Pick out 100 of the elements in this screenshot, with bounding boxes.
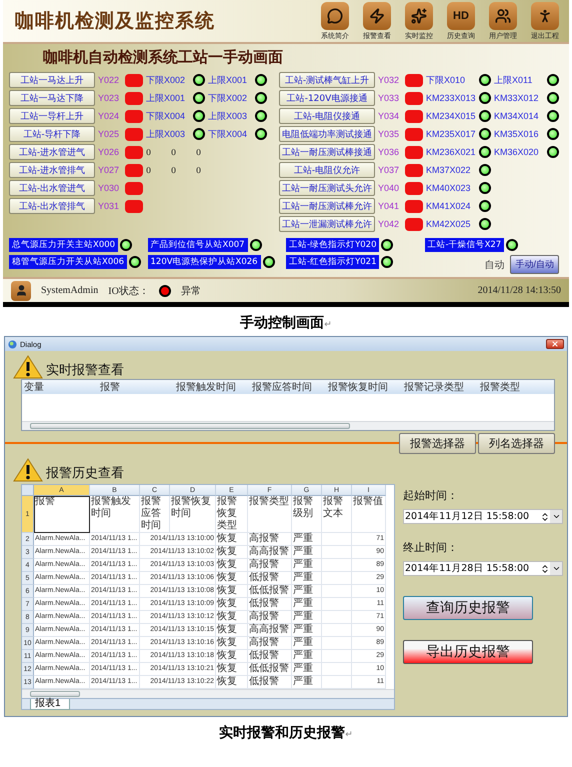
action-button[interactable]: 导出历史报警 bbox=[403, 640, 533, 664]
table-cell: 恢复 bbox=[216, 559, 248, 572]
control-button[interactable]: 工站-进水管进气 bbox=[9, 144, 95, 160]
control-button[interactable]: 工站-出水管进气 bbox=[9, 180, 95, 196]
dropdown-button[interactable] bbox=[550, 562, 562, 575]
signal-label: 工站-红色指示灯Y021 bbox=[286, 255, 380, 269]
selector-button[interactable]: 列名选择器 bbox=[478, 433, 555, 454]
table-cell: 严重 bbox=[292, 546, 322, 559]
signal-label: 产品到位信号从站X007 bbox=[148, 238, 248, 252]
control-button[interactable]: 工站-测试棒气缸上升 bbox=[279, 72, 375, 88]
table-cell: 恢复 bbox=[216, 637, 248, 650]
spinner-icon[interactable] bbox=[540, 512, 550, 522]
app-title: 咖啡机检测及监控系统 bbox=[15, 9, 215, 34]
spinner-icon[interactable] bbox=[540, 564, 550, 574]
input-label: 上限X003 bbox=[208, 110, 248, 122]
date-time-field[interactable]: 2014年11月12日 15:58:00 bbox=[403, 509, 563, 524]
input-label: 下限X002 bbox=[208, 92, 248, 104]
counter-value: 0 bbox=[196, 148, 202, 156]
counter-value: 0 bbox=[171, 166, 178, 174]
empty-cell bbox=[322, 624, 352, 637]
input-label: KM234X015 bbox=[426, 111, 476, 121]
counter-value: 0 bbox=[196, 166, 202, 174]
table-cell: 高报警 bbox=[248, 559, 292, 572]
table-cell: 严重 bbox=[292, 533, 322, 546]
user-name: SystemAdmin bbox=[41, 285, 98, 296]
output-code: Y026 bbox=[98, 147, 120, 157]
table-cell: 恢复 bbox=[216, 572, 248, 585]
input-label: 上限X001 bbox=[208, 74, 248, 86]
caption: 实时报警和历史报警 bbox=[219, 725, 346, 741]
date-time-field[interactable]: 2014年11月28日 15:58:00 bbox=[403, 561, 563, 576]
table-cell: 严重 bbox=[292, 598, 322, 611]
table-cell: 严重 bbox=[292, 663, 322, 676]
control-button[interactable]: 工站一耐压测试头允许 bbox=[279, 180, 375, 196]
date-time: 2014/11/28 14:13:50 bbox=[478, 285, 561, 296]
signal-label: 工站-干燥信号X27 bbox=[424, 238, 504, 252]
table-cell: 严重 bbox=[292, 572, 322, 585]
panel-heading: 咖啡机自动检测系统工站一手动画面 bbox=[42, 48, 284, 67]
control-button[interactable]: 工站-120V电源接通 bbox=[279, 90, 375, 106]
field-label: 终止时间： bbox=[403, 540, 459, 555]
control-button[interactable]: 工站-电阻仪接通 bbox=[279, 108, 375, 124]
table-cell: 低报警 bbox=[248, 650, 292, 663]
control-button[interactable]: 工站-出水管排气 bbox=[9, 198, 95, 214]
app-icon bbox=[8, 340, 17, 348]
table-cell: 高高报警 bbox=[248, 624, 292, 637]
input-label: KM233X013 bbox=[426, 93, 476, 103]
input-label: 下限X010 bbox=[426, 74, 466, 86]
control-button[interactable]: 工站一耐压测试棒接通 bbox=[279, 144, 375, 160]
scrollbar[interactable] bbox=[22, 689, 394, 698]
output-code: Y023 bbox=[98, 93, 120, 103]
control-button[interactable]: 工站一马达上升 bbox=[9, 72, 95, 88]
mode-label: 自动 bbox=[484, 258, 504, 272]
input-label: KM33X012 bbox=[494, 93, 540, 103]
section-title: 报警历史查看 bbox=[46, 465, 124, 482]
column-header: 变量 bbox=[23, 380, 45, 394]
control-button[interactable]: 工站-进水管排气 bbox=[9, 162, 95, 178]
input-label: KM40X023 bbox=[426, 183, 472, 193]
input-label: KM235X017 bbox=[426, 129, 476, 139]
io-status-text: 异常 bbox=[180, 284, 201, 298]
output-code: Y033 bbox=[378, 93, 400, 103]
close-icon bbox=[551, 340, 559, 348]
signal-label: 工站-绿色指示灯Y020 bbox=[286, 238, 380, 252]
table-cell: 严重 bbox=[292, 611, 322, 624]
table-cell: 严重 bbox=[292, 624, 322, 637]
input-label: KM35X016 bbox=[494, 129, 540, 139]
control-button[interactable]: 工站一导杆上升 bbox=[9, 108, 95, 124]
control-button[interactable]: 工站一泄漏测试棒允许 bbox=[279, 216, 375, 232]
table-cell: 恢复 bbox=[216, 585, 248, 598]
counter-value: 0 bbox=[171, 148, 178, 156]
empty-cell bbox=[322, 585, 352, 598]
close-button[interactable] bbox=[546, 339, 564, 349]
control-button[interactable]: 电阻低端功率测试接通 bbox=[279, 126, 375, 142]
control-button[interactable]: 工站一马达下降 bbox=[9, 90, 95, 106]
sheet-tab[interactable]: 报表1 bbox=[30, 698, 70, 710]
table-cell: 高报警 bbox=[248, 533, 292, 546]
output-code: Y024 bbox=[98, 111, 120, 121]
output-code: Y037 bbox=[378, 165, 400, 175]
control-button[interactable]: 工站-导杆下降 bbox=[9, 126, 95, 142]
empty-cell bbox=[322, 559, 352, 572]
input-label: KM41X024 bbox=[426, 201, 472, 211]
dropdown-button[interactable] bbox=[550, 510, 562, 523]
input-label: KM34X014 bbox=[494, 111, 540, 121]
table-cell: 严重 bbox=[292, 559, 322, 572]
warning-icon bbox=[13, 355, 43, 379]
control-button[interactable]: 工站-电阻仪允许 bbox=[279, 162, 375, 178]
table-cell: 恢复 bbox=[216, 650, 248, 663]
caption: 手动控制画面 bbox=[240, 315, 324, 331]
scrollbar[interactable] bbox=[22, 421, 554, 430]
action-button[interactable]: 查询历史报警 bbox=[403, 596, 533, 620]
paragraph-mark: ↵ bbox=[324, 320, 332, 330]
column-header: 报警恢复时间 bbox=[327, 380, 389, 394]
output-code: Y034 bbox=[378, 111, 400, 121]
mode-button[interactable]: 手动/自动 bbox=[510, 255, 559, 274]
signal-label: 稳管气源压力开关从站X006 bbox=[9, 255, 128, 269]
selector-button[interactable]: 报警选择器 bbox=[399, 433, 476, 454]
empty-cell bbox=[322, 611, 352, 624]
input-label: 上限X003 bbox=[146, 128, 186, 140]
control-button[interactable]: 工站一耐压测试棒允许 bbox=[279, 198, 375, 214]
header-cell: 报警应答时间 bbox=[140, 496, 170, 533]
input-label: KM36X020 bbox=[494, 147, 540, 157]
table-cell: 低报警 bbox=[248, 572, 292, 585]
